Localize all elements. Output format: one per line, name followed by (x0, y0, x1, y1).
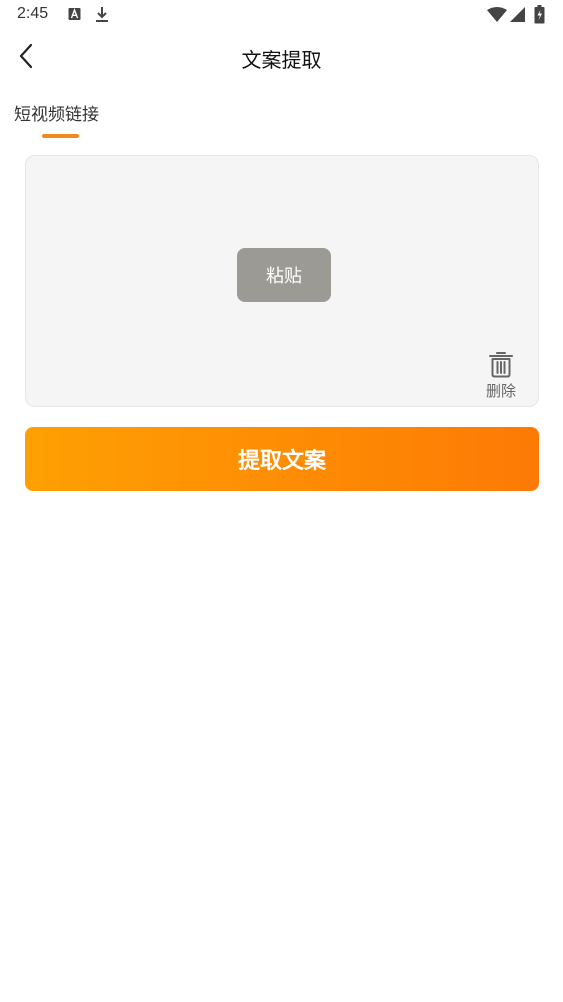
battery-charging-icon (534, 5, 545, 28)
status-bar: 2:45 (0, 0, 563, 30)
wifi-icon (487, 7, 507, 27)
delete-label: 删除 (485, 382, 516, 400)
page-title: 文案提取 (241, 48, 322, 72)
tab-active-indicator (42, 134, 79, 138)
trash-icon (479, 350, 523, 380)
tab-short-video-link[interactable]: 短视频链接 (14, 100, 108, 140)
keyboard-a-icon (68, 6, 81, 26)
extract-copy-button[interactable]: 提取文案 (25, 427, 539, 491)
signal-icon (510, 7, 526, 27)
delete-button[interactable]: 删除 (479, 350, 523, 402)
link-input-area[interactable]: 粘贴 删除 (25, 155, 539, 407)
tab-label: 短视频链接 (14, 105, 99, 125)
status-time: 2:45 (17, 5, 49, 22)
app-header: 文案提取 (0, 34, 563, 80)
download-icon (95, 6, 109, 28)
paste-button[interactable]: 粘贴 (237, 248, 331, 302)
